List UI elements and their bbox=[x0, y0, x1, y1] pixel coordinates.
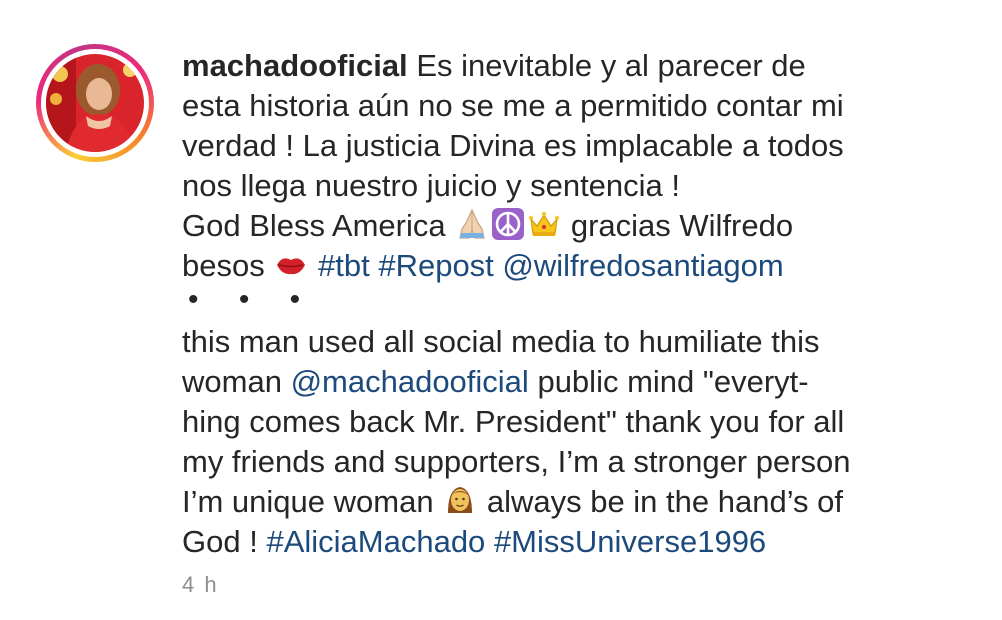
repost-line-1: this man used all social media to humili… bbox=[182, 324, 820, 359]
woman-icon bbox=[443, 483, 477, 517]
instagram-comment: machadooficial Es inevitable y al parece… bbox=[0, 0, 1002, 620]
avatar[interactable] bbox=[46, 54, 144, 152]
hashtag-link[interactable]: #tbt bbox=[318, 248, 370, 283]
mention-link[interactable]: @machadooficial bbox=[291, 364, 529, 399]
caption-text: woman bbox=[182, 364, 282, 399]
caption-text: besos bbox=[182, 248, 265, 283]
timestamp[interactable]: 4 h bbox=[182, 572, 219, 598]
repost-line-4: my friends and supporters, I’m a stronge… bbox=[182, 444, 851, 479]
caption-text: I’m unique woman bbox=[182, 484, 434, 519]
caption-text: God Bless America bbox=[182, 208, 446, 243]
kiss-mark-icon bbox=[274, 247, 308, 281]
peace-symbol-icon bbox=[491, 207, 525, 241]
crown-icon bbox=[527, 207, 561, 241]
caption-line-6: besos #tbt #Repost @wilfredosantiagom bbox=[182, 246, 972, 286]
more-dots: • • • bbox=[188, 283, 317, 316]
caption-text: public mind "everyt- bbox=[537, 364, 809, 399]
caption-line-4: nos llega nuestro juicio y sentencia ! bbox=[182, 168, 681, 203]
caption-text: gracias Wilfredo bbox=[570, 208, 794, 243]
caption: machadooficial Es inevitable y al parece… bbox=[182, 46, 972, 562]
caption-line-2: esta historia aún no se me a permitido c… bbox=[182, 88, 844, 123]
repost-line-3: hing comes back Mr. President" thank you… bbox=[182, 404, 845, 439]
username-link[interactable]: machadooficial bbox=[182, 48, 408, 83]
caption-line-1: machadooficial Es inevitable y al parece… bbox=[182, 46, 972, 86]
story-ring[interactable] bbox=[36, 44, 154, 162]
caption-line-5: God Bless America gracias Wilfredo bbox=[182, 206, 972, 246]
caption-text: Es inevitable y al parecer de bbox=[416, 48, 806, 83]
hashtag-link[interactable]: #AliciaMachado bbox=[266, 524, 485, 559]
hashtag-link[interactable]: #MissUniverse1996 bbox=[494, 524, 766, 559]
repost-line-2: woman @machadooficial public mind "every… bbox=[182, 362, 972, 402]
repost-line-6: God ! #AliciaMachado #MissUniverse1996 bbox=[182, 522, 972, 562]
avatar-image bbox=[46, 54, 144, 152]
caption-text: always be in the hand’s of bbox=[486, 484, 843, 519]
repost-line-5: I’m unique woman always be in the hand’s… bbox=[182, 482, 972, 522]
folded-hands-icon bbox=[455, 207, 489, 241]
caption-line-3: verdad ! La justicia Divina es implacabl… bbox=[182, 128, 844, 163]
caption-text: God ! bbox=[182, 524, 258, 559]
mention-link[interactable]: @wilfredosantiagom bbox=[502, 248, 783, 283]
hashtag-link[interactable]: #Repost bbox=[378, 248, 493, 283]
